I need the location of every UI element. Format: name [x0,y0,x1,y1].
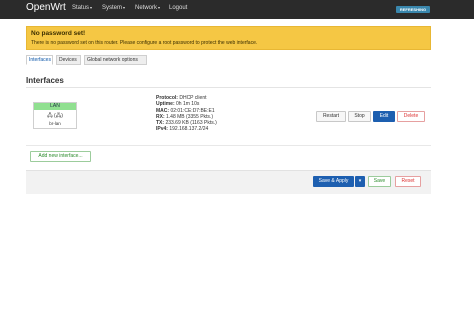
menu-system[interactable]: System▾ [102,5,125,11]
stop-button[interactable]: Stop [348,111,371,122]
alert-title: No password set! [31,30,86,37]
restart-button[interactable]: Restart [316,111,346,122]
tab-devices[interactable]: Devices [56,55,81,65]
alert-text: There is no password set on this router.… [31,40,258,46]
menu-system-label: System [102,5,123,11]
chevron-down-icon: ▾ [158,5,161,10]
delete-button[interactable]: Delete [397,111,425,122]
save-button[interactable]: Save [368,176,391,187]
add-interface-button[interactable]: Add new interface... [30,151,91,162]
info-tx-value: 233.69 KB (1163 Pkts.) [165,120,217,127]
info-uptime-value: 0h 1m 10s [176,101,200,108]
top-navbar: OpenWrt Status▾ System▾ Network▾ Logout … [0,0,474,19]
section-title: Interfaces [26,76,64,85]
interface-name: LAN [34,103,76,110]
menu-network[interactable]: Network▾ [135,5,160,11]
chevron-down-icon: ▾ [123,5,126,10]
interface-device: br-lan [49,121,61,126]
network-device-icon: 🖧 (🖧) [47,113,63,119]
divider [26,87,431,88]
info-ipv4-value: 192.168.137.2/24 [169,126,209,133]
menu-status-label: Status [72,5,90,11]
chevron-down-icon: ▾ [90,5,93,10]
tab-global-network-options[interactable]: Global network options [84,55,147,65]
info-rx-value: 1.48 MB (3355 Pkts.) [166,113,213,120]
info-mac-label: MAC: [156,107,170,114]
info-ipv4: IPv4: 192.168.137.2/24 [156,126,217,132]
chevron-down-icon: ▾ [358,178,362,184]
brand-logo[interactable]: OpenWrt [26,2,66,13]
refresh-badge[interactable]: REFRESHING [396,6,430,13]
save-apply-dropdown[interactable]: ▾ [355,176,365,187]
info-ipv4-label: IPv4: [156,126,168,133]
info-mac-value: 02:01:CE:D7:BE:E1 [170,107,215,114]
edit-button[interactable]: Edit [373,111,395,122]
interface-badge-lan: LAN 🖧 (🖧) br-lan [33,102,77,129]
info-tx-label: TX: [156,120,165,127]
interface-status-info: Protocol: DHCP client Uptime: 0h 1m 10s … [156,95,217,133]
info-uptime-label: Uptime: [156,101,175,108]
no-password-alert: No password set! There is no password se… [26,26,431,50]
info-protocol-value: DHCP client [179,95,207,101]
menu-network-label: Network [135,5,158,11]
reset-button[interactable]: Reset [395,176,421,187]
menu-status[interactable]: Status▾ [72,5,92,11]
info-rx-label: RX: [156,113,165,120]
divider [26,145,431,146]
save-apply-button[interactable]: Save & Apply [313,176,354,187]
menu-logout[interactable]: Logout [169,5,187,11]
info-protocol-label: Protocol: [156,95,178,101]
tab-interfaces[interactable]: Interfaces [26,55,53,65]
